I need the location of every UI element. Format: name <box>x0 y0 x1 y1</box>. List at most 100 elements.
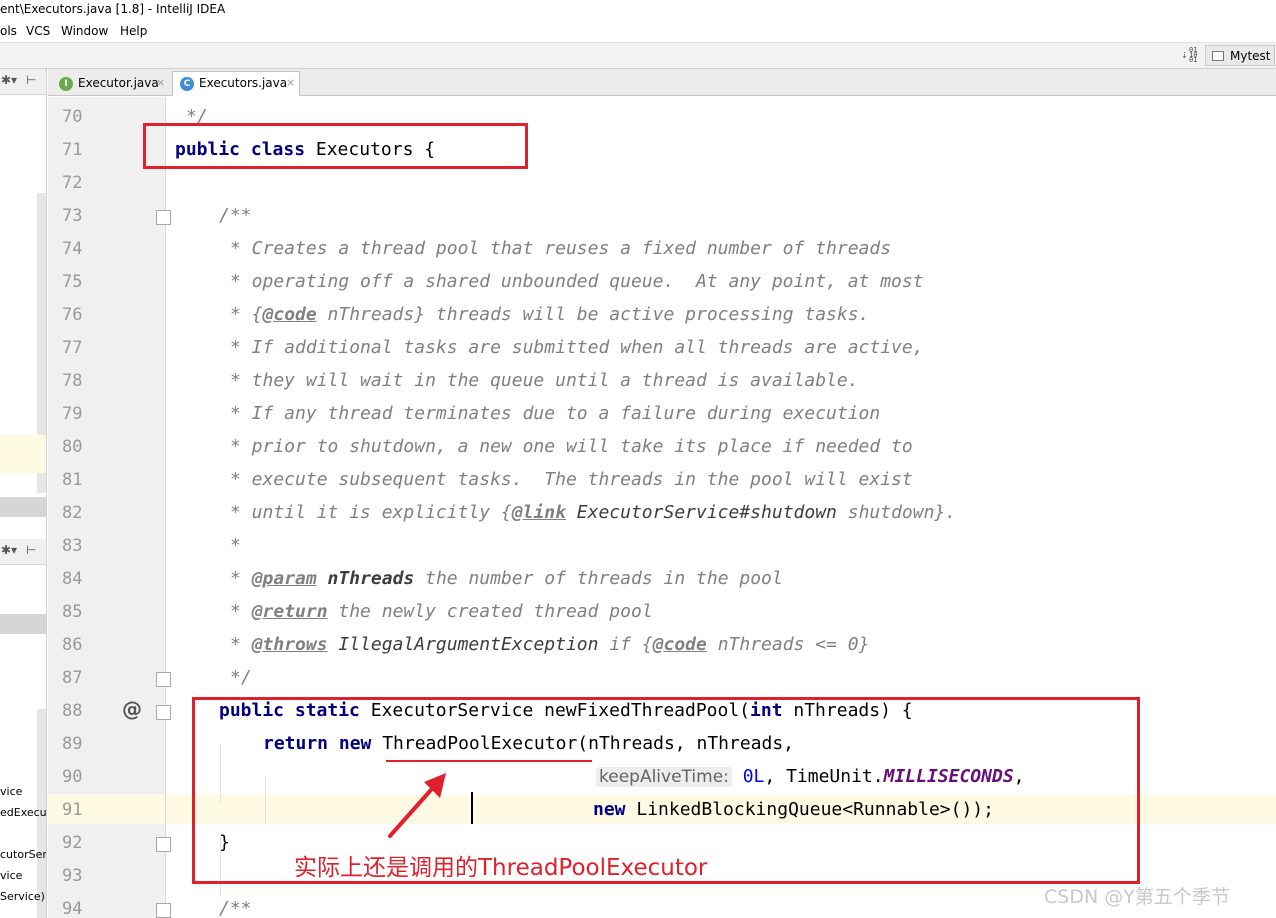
comment-text: * until it is explicitly { <box>230 502 512 523</box>
comment-text: the newly created thread pool <box>327 601 653 622</box>
code-line[interactable]: * <box>230 535 241 557</box>
line-number: 88 <box>62 701 83 721</box>
structure-item[interactable]: edExecut <box>0 806 46 819</box>
code-line[interactable]: * If any thread terminates due to a fail… <box>230 403 880 425</box>
code-line[interactable]: * prior to shutdown, a new one will take… <box>230 436 913 458</box>
run-configuration-selector[interactable]: Mytest <box>1205 45 1275 66</box>
line-number: 85 <box>62 602 83 622</box>
line-number: 70 <box>62 107 83 127</box>
code-line[interactable]: * operating off a shared unbounded queue… <box>230 271 924 293</box>
structure-item[interactable]: vice <box>0 785 22 798</box>
main-toolbar: ⇣ 01 10 01 Mytest <box>0 43 1276 69</box>
line-number: 83 <box>62 536 83 556</box>
fold-marker-icon[interactable] <box>156 837 171 852</box>
line-number: 90 <box>62 767 83 787</box>
code-line[interactable]: * @throws IllegalArgumentException if {@… <box>230 634 869 656</box>
code-line[interactable]: * {@code nThreads} threads will be activ… <box>230 304 869 326</box>
line-number: 72 <box>62 173 83 193</box>
menu-bar: ols VCS Window Help <box>0 21 1276 43</box>
line-number: 73 <box>62 206 83 226</box>
fold-marker-icon[interactable] <box>156 903 171 918</box>
code-line[interactable]: * If additional tasks are submitted when… <box>230 337 924 359</box>
structure-panel-header: ✱▾ ⊢ <box>0 539 46 565</box>
javadoc-reference: ExecutorService#shutdown <box>565 502 837 523</box>
line-number: 75 <box>62 272 83 292</box>
comment-text: * <box>230 568 252 589</box>
line-number: 71 <box>62 140 83 160</box>
close-tab-icon[interactable]: × <box>156 72 165 94</box>
comment-text: */ <box>230 667 252 688</box>
line-number: 89 <box>62 734 83 754</box>
code-line[interactable]: * @param nThreads the number of threads … <box>230 568 783 590</box>
line-number: 74 <box>62 239 83 259</box>
line-number: 77 <box>62 338 83 358</box>
line-number: 87 <box>62 668 83 688</box>
comment-text: shutdown}. <box>836 502 957 523</box>
structure-item[interactable]: Service): <box>0 890 46 903</box>
interface-icon: I <box>59 77 73 91</box>
comment-text: /** <box>219 205 252 226</box>
code-line[interactable]: * Creates a thread pool that reuses a fi… <box>230 238 891 260</box>
tab-executor-java[interactable]: I Executor.java × <box>51 71 169 95</box>
line-number: 78 <box>62 371 83 391</box>
comment-text: * If any thread terminates due to a fail… <box>230 403 881 424</box>
comment-text: /** <box>219 898 252 918</box>
line-number: 76 <box>62 305 83 325</box>
line-number: 84 <box>62 569 83 589</box>
code-line[interactable]: /** <box>219 205 252 227</box>
fold-marker-icon[interactable] <box>156 210 171 225</box>
comment-text: * operating off a shared unbounded queue… <box>230 271 924 292</box>
fold-marker-icon[interactable] <box>156 672 171 687</box>
menu-tools[interactable]: ols <box>0 24 17 38</box>
menu-vcs[interactable]: VCS <box>26 24 50 38</box>
annotation-box-class <box>143 123 528 169</box>
javadoc-tag: @code <box>262 304 317 325</box>
line-number: 94 <box>62 899 83 918</box>
code-line[interactable]: * until it is explicitly {@link Executor… <box>230 502 956 524</box>
code-line[interactable]: * execute subsequent tasks. The threads … <box>230 469 913 491</box>
hide-panel-icon[interactable]: ⊢ <box>26 73 36 87</box>
gear-icon[interactable]: ✱▾ <box>1 73 17 87</box>
window-title: ent\Executors.java [1.8] - IntelliJ IDEA <box>0 2 226 16</box>
code-line[interactable]: */ <box>230 667 252 689</box>
menu-window[interactable]: Window <box>61 24 108 38</box>
code-line[interactable]: * they will wait in the queue until a th… <box>230 370 859 392</box>
comment-text: * prior to shutdown, a new one will take… <box>230 436 913 457</box>
comment-text: * execute subsequent tasks. The threads … <box>230 469 913 490</box>
comment-text: the number of threads in the pool <box>414 568 783 589</box>
vcs-update-icon[interactable]: ⇣ 01 10 01 <box>1181 47 1199 64</box>
comment-text: * <box>230 535 241 556</box>
annotation-underline <box>386 760 592 762</box>
gear-icon[interactable]: ✱▾ <box>1 543 17 557</box>
structure-item[interactable]: vice <box>0 869 22 882</box>
comment-text: * <box>230 601 252 622</box>
tab-label: Executor.java <box>78 76 159 90</box>
panel-highlight-row <box>0 435 46 473</box>
comment-text: nThreads} threads will be active process… <box>316 304 870 325</box>
implements-method-icon[interactable]: @ <box>122 697 142 721</box>
line-number: 82 <box>62 503 83 523</box>
close-tab-icon[interactable]: × <box>286 72 295 94</box>
project-tool-panel: ✱▾ ⊢ ✱▾ ⊢ vice edExecut cutorServ vice S… <box>0 69 47 918</box>
hide-panel-icon[interactable]: ⊢ <box>26 543 36 557</box>
comment-text: * <box>230 634 252 655</box>
comment-text: * If additional tasks are submitted when… <box>230 337 924 358</box>
code-line[interactable]: * @return the newly created thread pool <box>230 601 653 623</box>
panel-selected-row[interactable] <box>0 614 46 634</box>
comment-text: nThreads <= 0} <box>706 634 870 655</box>
fold-marker-icon[interactable] <box>156 705 171 720</box>
line-number: 93 <box>62 866 83 886</box>
menu-help[interactable]: Help <box>120 24 147 38</box>
annotation-text: 实际上还是调用的ThreadPoolExecutor <box>294 855 708 881</box>
javadoc-tag: @return <box>251 601 328 622</box>
tab-executors-java[interactable]: C Executors.java × <box>172 71 300 96</box>
code-line[interactable]: /** <box>219 898 252 918</box>
comment-text: * they will wait in the queue until a th… <box>230 370 859 391</box>
line-number: 86 <box>62 635 83 655</box>
javadoc-tag: @code <box>652 634 707 655</box>
line-number: 79 <box>62 404 83 424</box>
javadoc-tag: @param <box>251 568 317 589</box>
line-number: 91 <box>62 800 83 820</box>
structure-item[interactable]: cutorServ <box>0 848 46 861</box>
panel-selected-row[interactable] <box>0 497 46 517</box>
